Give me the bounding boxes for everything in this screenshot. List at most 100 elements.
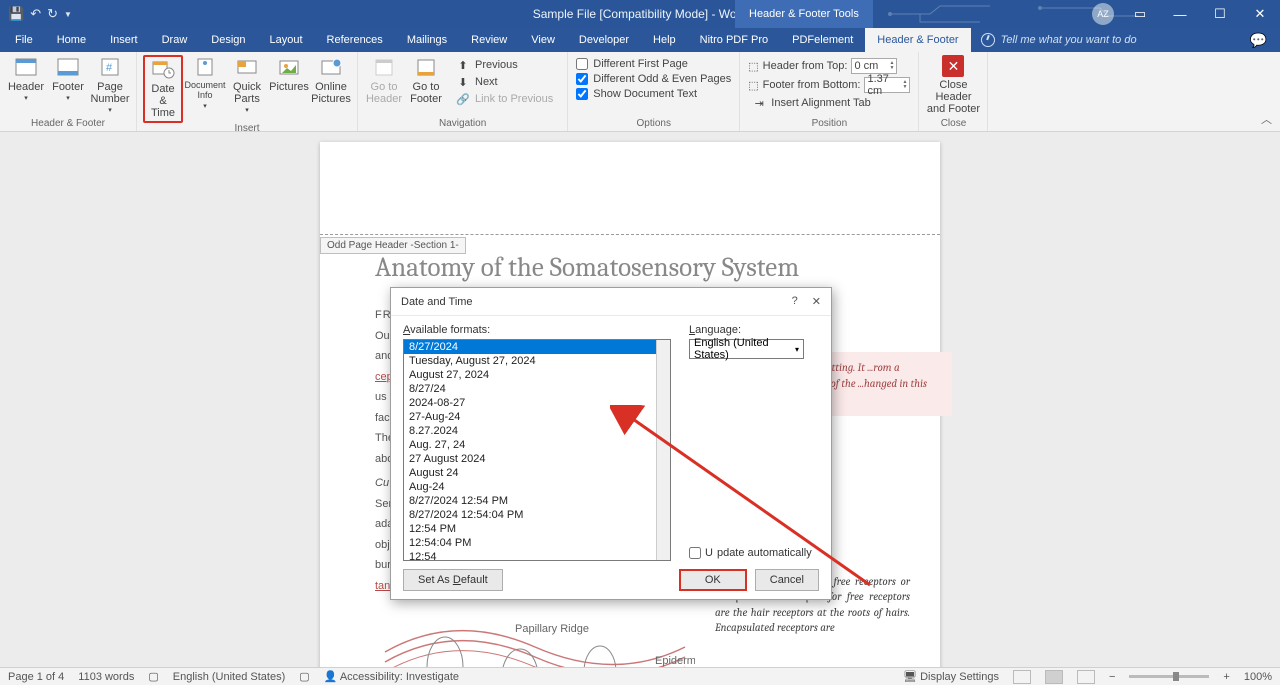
tab-mailings[interactable]: Mailings	[395, 28, 459, 52]
format-option[interactable]: Aug-24	[404, 480, 670, 494]
web-layout-view[interactable]	[1077, 670, 1095, 684]
link-previous-button[interactable]: 🔗Link to Previous	[452, 91, 557, 107]
tab-insert[interactable]: Insert	[98, 28, 150, 52]
format-option[interactable]: 12:54	[404, 550, 670, 561]
svg-text:Epidermis: Epidermis	[655, 655, 695, 667]
tab-pdfelement[interactable]: PDFelement	[780, 28, 865, 52]
title-bar: 💾 ↶ ↻ ▼ Sample File [Compatibility Mode]…	[0, 0, 1280, 28]
svg-text:#: #	[106, 62, 113, 74]
word-count[interactable]: 1103 words	[78, 671, 134, 683]
format-option[interactable]: August 27, 2024	[404, 368, 670, 382]
print-layout-view[interactable]	[1045, 670, 1063, 684]
language-dropdown[interactable]: English (United States) ▾	[689, 339, 804, 359]
format-option[interactable]: 27 August 2024	[404, 452, 670, 466]
language-status[interactable]: English (United States)	[173, 671, 286, 683]
different-first-page-checkbox[interactable]: Different First Page	[576, 57, 731, 71]
date-time-button[interactable]: Date & Time	[143, 55, 183, 123]
goto-footer-button[interactable]: Go to Footer	[406, 55, 446, 107]
format-option[interactable]: Tuesday, August 27, 2024	[404, 354, 670, 368]
group-header-footer: Header▾ Footer▾ #Page Number▾ Header & F…	[0, 52, 137, 131]
format-option[interactable]: 12:54:04 PM	[404, 536, 670, 550]
show-document-text-checkbox[interactable]: Show Document Text	[576, 87, 731, 101]
tab-home[interactable]: Home	[45, 28, 98, 52]
format-option[interactable]: Aug. 27, 24	[404, 438, 670, 452]
display-settings[interactable]: 🖥 Display Settings	[903, 670, 999, 683]
format-option[interactable]: 8/27/2024	[404, 340, 670, 354]
set-as-default-button[interactable]: Set As Default	[403, 569, 503, 591]
tab-layout[interactable]: Layout	[258, 28, 315, 52]
zoom-in-button[interactable]: +	[1223, 671, 1229, 683]
undo-icon[interactable]: ↶	[30, 6, 41, 22]
ribbon-tabs: File Home Insert Draw Design Layout Refe…	[0, 28, 1280, 52]
macro-icon[interactable]: ▢	[299, 670, 309, 683]
tab-nitro[interactable]: Nitro PDF Pro	[688, 28, 780, 52]
tell-me-search[interactable]: Tell me what you want to do	[971, 33, 1147, 47]
goto-header-button[interactable]: Go to Header	[364, 55, 404, 107]
insert-alignment-tab-button[interactable]: ⇥Insert Alignment Tab	[748, 95, 910, 111]
format-option[interactable]: 2024-08-27	[404, 396, 670, 410]
save-icon[interactable]: 💾	[8, 6, 24, 22]
next-button[interactable]: ⬇Next	[452, 74, 557, 90]
ok-button[interactable]: OK	[679, 569, 747, 591]
group-label-position: Position	[812, 118, 848, 131]
footer-button[interactable]: Footer▾	[48, 55, 88, 105]
cancel-button[interactable]: Cancel	[755, 569, 819, 591]
read-mode-view[interactable]	[1013, 670, 1031, 684]
zoom-out-button[interactable]: −	[1109, 671, 1115, 683]
group-label-nav: Navigation	[439, 118, 486, 131]
page-count[interactable]: Page 1 of 4	[8, 671, 64, 683]
tab-review[interactable]: Review	[459, 28, 519, 52]
maximize-icon[interactable]: ☐	[1200, 0, 1240, 28]
update-automatically-checkbox[interactable]: Update automatically	[689, 547, 819, 559]
format-option[interactable]: 8/27/24	[404, 382, 670, 396]
footer-from-bottom-row: ⬚Footer from Bottom:1.37 cm▲▼	[748, 76, 910, 94]
listbox-scrollbar[interactable]	[656, 340, 670, 560]
format-option[interactable]: 8/27/2024 12:54:04 PM	[404, 508, 670, 522]
header-from-top-input[interactable]: 0 cm▲▼	[851, 58, 897, 74]
format-option[interactable]: 8/27/2024 12:54 PM	[404, 494, 670, 508]
dialog-help-icon[interactable]: ?	[792, 295, 798, 308]
zoom-level[interactable]: 100%	[1244, 671, 1272, 683]
tab-references[interactable]: References	[315, 28, 395, 52]
decorative-circuit	[880, 2, 1140, 26]
previous-icon: ⬆	[456, 58, 470, 72]
tab-developer[interactable]: Developer	[567, 28, 641, 52]
group-options: Different First Page Different Odd & Eve…	[568, 52, 740, 131]
format-option[interactable]: August 24	[404, 466, 670, 480]
document-info-button[interactable]: Document Info▾	[185, 55, 225, 112]
minimize-icon[interactable]: —	[1160, 0, 1200, 28]
group-position: ⬚Header from Top:0 cm▲▼ ⬚Footer from Bot…	[740, 52, 919, 131]
format-option[interactable]: 27-Aug-24	[404, 410, 670, 424]
different-odd-even-checkbox[interactable]: Different Odd & Even Pages	[576, 72, 731, 86]
footer-from-bottom-input[interactable]: 1.37 cm▲▼	[864, 77, 910, 93]
zoom-slider[interactable]	[1129, 675, 1209, 678]
tab-file[interactable]: File	[3, 28, 45, 52]
previous-button[interactable]: ⬆Previous	[452, 57, 557, 73]
format-option[interactable]: 12:54 PM	[404, 522, 670, 536]
anatomy-diagram: Free nerve ending Merkel's Septa Epiderm…	[375, 592, 695, 667]
quick-parts-button[interactable]: Quick Parts▾	[227, 55, 267, 117]
close-window-icon[interactable]: ✕	[1240, 0, 1280, 28]
formats-listbox[interactable]: 8/27/2024 Tuesday, August 27, 2024 Augus…	[403, 339, 671, 561]
collapse-ribbon-button[interactable]: ︿	[1261, 111, 1272, 127]
comments-icon[interactable]: 💬	[1250, 32, 1267, 49]
accessibility-status[interactable]: 👤 Accessibility: Investigate	[324, 670, 459, 683]
tab-draw[interactable]: Draw	[150, 28, 200, 52]
tab-header-footer[interactable]: Header & Footer	[865, 28, 970, 52]
header-button[interactable]: Header▾	[6, 55, 46, 105]
qat-dropdown-icon[interactable]: ▼	[64, 10, 72, 19]
spellcheck-icon[interactable]: ▢	[148, 670, 158, 683]
tab-design[interactable]: Design	[199, 28, 257, 52]
dialog-close-icon[interactable]: ✕	[812, 295, 821, 308]
document-heading: Anatomy of the Somatosensory System	[375, 252, 799, 283]
online-pictures-button[interactable]: Online Pictures	[311, 55, 351, 107]
redo-icon[interactable]: ↻	[47, 6, 58, 22]
tab-view[interactable]: View	[519, 28, 567, 52]
group-label-hf: Header & Footer	[31, 118, 105, 131]
format-option[interactable]: 8.27.2024	[404, 424, 670, 438]
pictures-button[interactable]: Pictures	[269, 55, 309, 95]
page-number-button[interactable]: #Page Number▾	[90, 55, 130, 117]
tab-help[interactable]: Help	[641, 28, 688, 52]
footer-bottom-icon: ⬚	[748, 79, 758, 92]
close-header-footer-button[interactable]: ✕ Close Header and Footer	[925, 55, 981, 115]
